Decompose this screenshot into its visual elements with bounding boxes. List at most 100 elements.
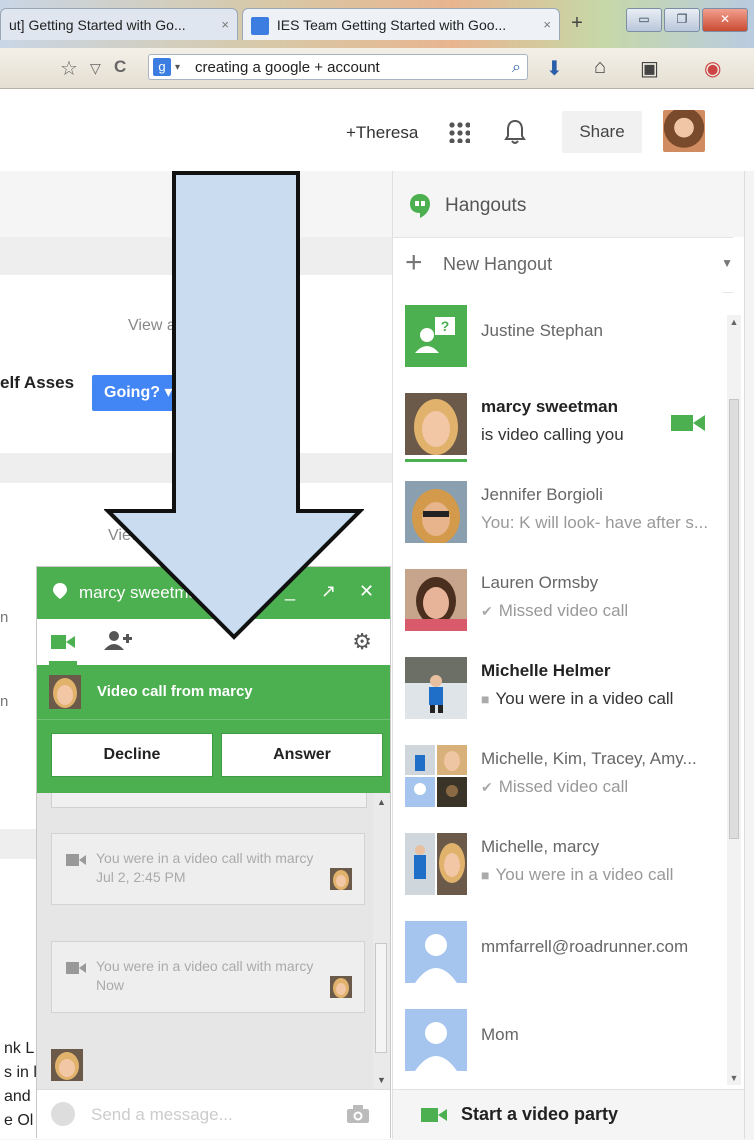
hangout-contact-justine-stephan[interactable]: ? Justine Stephan xyxy=(393,291,723,380)
hangout-contact-group-michelle-kim[interactable]: Michelle, Kim, Tracey, Amy... ✔ Missed vi… xyxy=(393,731,723,820)
contact-status: ■ You were in a video call xyxy=(481,865,674,884)
tab-close-icon[interactable]: × xyxy=(543,9,551,40)
answer-button[interactable]: Answer xyxy=(221,733,383,777)
contacts-scrollbar[interactable]: ▲ ▼ xyxy=(727,315,741,1085)
dropdown-icon[interactable]: ▽ xyxy=(90,60,101,77)
search-icon[interactable]: ⌕ xyxy=(512,55,521,81)
scroll-up-icon[interactable]: ▲ xyxy=(727,317,741,327)
scroll-up-icon[interactable]: ▲ xyxy=(373,797,390,807)
missed-call-icon: ✔ xyxy=(481,603,493,619)
start-video-party-label: Start a video party xyxy=(461,1104,619,1124)
hangouts-title: Hangouts xyxy=(445,195,527,216)
docs-icon xyxy=(251,17,269,36)
caller-avatar xyxy=(49,675,81,709)
text-fragment: nk L xyxy=(4,1040,35,1057)
contact-status: ✔ Missed video call xyxy=(481,777,629,796)
contact-avatar xyxy=(405,393,467,455)
hangout-contact-michelle-marcy[interactable]: Michelle, marcy ■ You were in a video cal… xyxy=(393,819,723,908)
search-engine-icon[interactable]: g xyxy=(153,58,171,76)
browser-tab-ies-team[interactable]: IES Team Getting Started with Goo... × xyxy=(242,8,560,40)
browser-toolbar: ☆ ▽ C g ▾ creating a google + account ⌕ … xyxy=(0,48,754,89)
google-bar: +Theresa Share xyxy=(0,89,754,171)
tab-close-icon[interactable]: × xyxy=(221,9,229,40)
scroll-down-icon[interactable]: ▼ xyxy=(373,1075,390,1085)
contact-avatar xyxy=(405,481,467,543)
group-avatar xyxy=(405,745,467,807)
hangout-contact-jennifer-borgioli[interactable]: Jennifer Borgioli You: K will look- have… xyxy=(393,467,723,556)
star-icon[interactable]: ☆ xyxy=(60,56,78,81)
text-fragment: n xyxy=(0,609,9,626)
browser-tab-getting-started[interactable]: ut] Getting Started with Go... × xyxy=(0,8,238,40)
contact-name: Lauren Ormsby xyxy=(481,573,599,592)
hangout-contact-mom[interactable]: Mom xyxy=(393,995,723,1089)
contact-name: Michelle, marcy xyxy=(481,837,600,856)
sender-avatar xyxy=(330,868,352,890)
decline-button[interactable]: Decline xyxy=(51,733,213,777)
extension-icon[interactable]: ◉ xyxy=(704,56,721,81)
minimize-window-button[interactable]: ▭ xyxy=(626,8,662,32)
account-avatar[interactable] xyxy=(663,110,705,152)
address-bar[interactable]: g ▾ creating a google + account ⌕ xyxy=(148,54,528,80)
text-fragment: and xyxy=(4,1088,31,1105)
event-title: elf Asses xyxy=(0,373,75,392)
group-avatar xyxy=(405,833,467,895)
refresh-icon[interactable]: C xyxy=(114,57,126,77)
profile-link[interactable]: +Theresa xyxy=(346,123,418,143)
new-hangout-button[interactable]: + New Hangout ▼ xyxy=(393,237,733,293)
video-camera-icon[interactable] xyxy=(671,413,705,433)
scroll-down-icon[interactable]: ▼ xyxy=(727,1073,741,1083)
scrollbar-thumb[interactable] xyxy=(729,399,739,839)
message-text: You were in a video call with marcy xyxy=(96,850,314,866)
apps-grid-icon[interactable] xyxy=(448,121,470,143)
sender-avatar xyxy=(330,976,352,998)
contact-avatar xyxy=(51,1049,83,1081)
chevron-down-icon[interactable]: ▾ xyxy=(175,55,180,81)
window-controls: ▭ ❐ ✕ xyxy=(626,8,748,32)
contact-name: Michelle Helmer xyxy=(481,661,611,680)
chat-history: You were in a video call with marcy Jul … xyxy=(37,793,373,1089)
bookmark-icon[interactable]: ▣ xyxy=(640,56,659,81)
video-camera-icon: ■ xyxy=(481,691,490,707)
hangouts-panel: Hangouts + New Hangout ▼ ? Justine Steph… xyxy=(392,171,754,1140)
divider xyxy=(37,719,390,720)
close-window-button[interactable]: ✕ xyxy=(702,8,748,32)
down-arrow-annotation xyxy=(104,171,364,640)
camera-icon[interactable] xyxy=(346,1104,370,1124)
chat-window: marcy sweetman _ ↗ ✕ ⚙ Video call from m… xyxy=(36,566,391,1138)
share-button[interactable]: Share xyxy=(562,111,642,153)
tab-title: ut] Getting Started with Go... xyxy=(9,17,186,33)
hangout-contact-marcy-sweetman[interactable]: marcy sweetman is video calling you xyxy=(393,379,723,468)
contact-status: is video calling you xyxy=(481,425,624,444)
chevron-down-icon[interactable]: ▼ xyxy=(721,256,733,270)
contact-status: ✔ Missed video call xyxy=(481,601,629,620)
ringing-indicator xyxy=(405,459,467,462)
scrollbar-thumb[interactable] xyxy=(375,943,387,1053)
home-icon[interactable]: ⌂ xyxy=(594,56,606,79)
start-video-party-button[interactable]: Start a video party xyxy=(393,1089,754,1140)
message-timestamp: Now xyxy=(96,977,125,993)
contact-name: Mom xyxy=(481,1025,519,1044)
hangout-contact-michelle-helmer[interactable]: Michelle Helmer ■ You were in a video cal… xyxy=(393,643,723,732)
hangout-contact-lauren-ormsby[interactable]: Lauren Ormsby ✔ Missed video call xyxy=(393,555,723,644)
message-composer xyxy=(37,1089,390,1138)
page-content: +Theresa Share View a elf Asses Going? ▾… xyxy=(0,89,754,1140)
video-call-icon[interactable] xyxy=(51,634,75,650)
page-scrollbar[interactable] xyxy=(744,171,754,1139)
group-avatar-icon: ? xyxy=(405,305,467,367)
contact-status: You: K will look- have after s... xyxy=(481,513,709,532)
chat-scrollbar[interactable]: ▲ ▼ xyxy=(373,793,390,1089)
video-camera-icon xyxy=(66,962,86,974)
emoji-icon[interactable] xyxy=(51,1102,75,1126)
download-icon[interactable]: ⬇ xyxy=(546,56,563,81)
default-avatar-icon xyxy=(405,1009,467,1071)
notifications-bell-icon[interactable] xyxy=(504,119,526,145)
incoming-call-text: Video call from marcy xyxy=(97,683,253,700)
contact-name: mmfarrell@roadrunner.com xyxy=(481,937,689,956)
message-input[interactable] xyxy=(89,1100,333,1130)
restore-window-button[interactable]: ❐ xyxy=(664,8,700,32)
contact-avatar xyxy=(405,657,467,719)
new-tab-button[interactable]: + xyxy=(566,12,588,34)
new-hangout-label: New Hangout xyxy=(443,254,553,274)
message-text: You were in a video call with marcy xyxy=(96,958,314,974)
hangout-contact-mmfarrell[interactable]: mmfarrell@roadrunner.com xyxy=(393,907,723,996)
